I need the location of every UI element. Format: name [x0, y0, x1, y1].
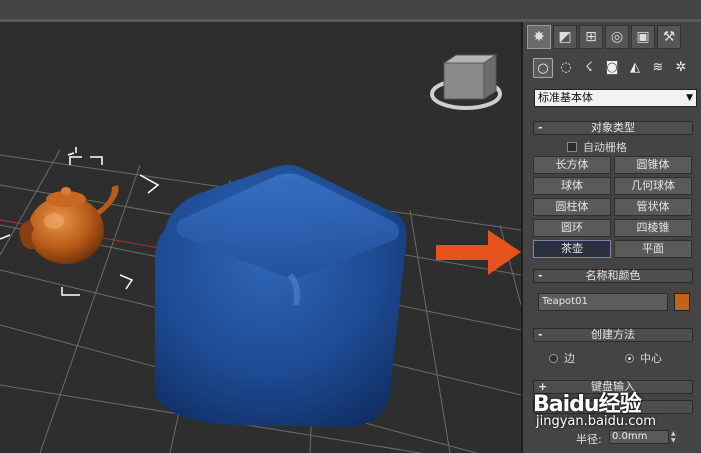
watermark-url: jingyan.baidu.com — [536, 414, 656, 429]
autogrid-checkbox-row[interactable]: 自动栅格 — [567, 139, 627, 155]
display-tab[interactable]: ▣ — [631, 25, 655, 49]
cameras-subtab[interactable]: ◙ — [602, 58, 622, 78]
chamfer-box-object — [155, 165, 407, 427]
radius-spinner[interactable]: 0.0mm — [609, 430, 669, 444]
command-panel-tabs: ✸ ◩ ⊞ ◎ ▣ ⚒ — [527, 25, 681, 49]
category-dropdown-value: 标准基本体 — [538, 91, 593, 104]
create-icon: ✸ — [533, 29, 545, 45]
spacewarps-icon: ≋ — [652, 60, 664, 75]
center-radio-row[interactable]: 中心 — [625, 350, 662, 366]
lights-subtab[interactable]: ☇ — [579, 58, 599, 78]
utilities-icon: ⚒ — [662, 29, 676, 45]
geometry-icon: ○ — [537, 61, 549, 76]
motion-tab[interactable]: ◎ — [605, 25, 629, 49]
radius-spinner-arrows[interactable]: ▲ ▼ — [671, 430, 679, 444]
chevron-down-icon: ▼ — [686, 93, 693, 103]
sphere-button[interactable]: 球体 — [533, 177, 611, 195]
utilities-tab[interactable]: ⚒ — [657, 25, 681, 49]
edge-radio-row[interactable]: 边 — [549, 350, 575, 366]
shapes-icon: ◌ — [560, 60, 572, 75]
autogrid-label: 自动栅格 — [583, 141, 627, 154]
center-radio[interactable] — [625, 353, 634, 363]
category-dropdown[interactable]: 标准基本体 ▼ — [534, 89, 697, 107]
teapot-object — [19, 185, 119, 264]
hierarchy-tab[interactable]: ⊞ — [579, 25, 603, 49]
shapes-subtab[interactable]: ◌ — [556, 58, 576, 78]
object-type-title: 对象类型 — [591, 121, 635, 134]
helpers-icon: ◭ — [630, 60, 640, 75]
radius-label: 半径: — [576, 433, 602, 446]
systems-subtab[interactable]: ✲ — [671, 58, 691, 78]
teapot-button[interactable]: 茶壶 — [533, 240, 611, 258]
name-color-rollout-header[interactable]: - 名称和颜色 — [533, 269, 693, 283]
cameras-icon: ◙ — [605, 60, 619, 75]
motion-icon: ◎ — [610, 29, 624, 45]
create-subtabs: ○ ◌ ☇ ◙ ◭ ≋ ✲ — [533, 58, 691, 78]
modify-tab[interactable]: ◩ — [553, 25, 577, 49]
cone-button[interactable]: 圆锥体 — [614, 156, 692, 174]
edge-label: 边 — [564, 352, 575, 365]
annotation-arrow — [436, 230, 521, 275]
object-color-swatch[interactable] — [674, 293, 690, 311]
modify-icon: ◩ — [558, 29, 572, 45]
create-tab[interactable]: ✸ — [527, 25, 551, 49]
viewport-scene — [0, 54, 521, 453]
cylinder-button[interactable]: 圆柱体 — [533, 198, 611, 216]
collapse-icon: - — [538, 269, 543, 282]
lights-icon: ☇ — [585, 60, 593, 75]
pyramid-button[interactable]: 四棱锥 — [614, 219, 692, 237]
edge-radio[interactable] — [549, 353, 558, 363]
creation-method-title: 创建方法 — [591, 328, 635, 341]
autogrid-checkbox[interactable] — [567, 142, 577, 152]
display-icon: ▣ — [636, 29, 650, 45]
object-name-field[interactable]: Teapot01 — [538, 293, 668, 311]
systems-icon: ✲ — [675, 60, 687, 75]
perspective-viewport[interactable] — [0, 25, 521, 453]
hierarchy-icon: ⊞ — [585, 29, 597, 45]
title-bar — [0, 0, 701, 22]
collapse-icon: - — [538, 328, 543, 341]
center-label: 中心 — [640, 352, 662, 365]
geosphere-button[interactable]: 几何球体 — [614, 177, 692, 195]
tube-button[interactable]: 管状体 — [614, 198, 692, 216]
geometry-subtab[interactable]: ○ — [533, 58, 553, 78]
torus-button[interactable]: 圆环 — [533, 219, 611, 237]
name-color-title: 名称和颜色 — [585, 269, 641, 282]
spacewarps-subtab[interactable]: ≋ — [648, 58, 668, 78]
plane-button[interactable]: 平面 — [614, 240, 692, 258]
viewcube-icon — [430, 54, 502, 110]
helpers-subtab[interactable]: ◭ — [625, 58, 645, 78]
collapse-icon: - — [538, 121, 543, 134]
box-button[interactable]: 长方体 — [533, 156, 611, 174]
creation-method-rollout-header[interactable]: - 创建方法 — [533, 328, 693, 342]
object-type-rollout-header[interactable]: - 对象类型 — [533, 121, 693, 135]
